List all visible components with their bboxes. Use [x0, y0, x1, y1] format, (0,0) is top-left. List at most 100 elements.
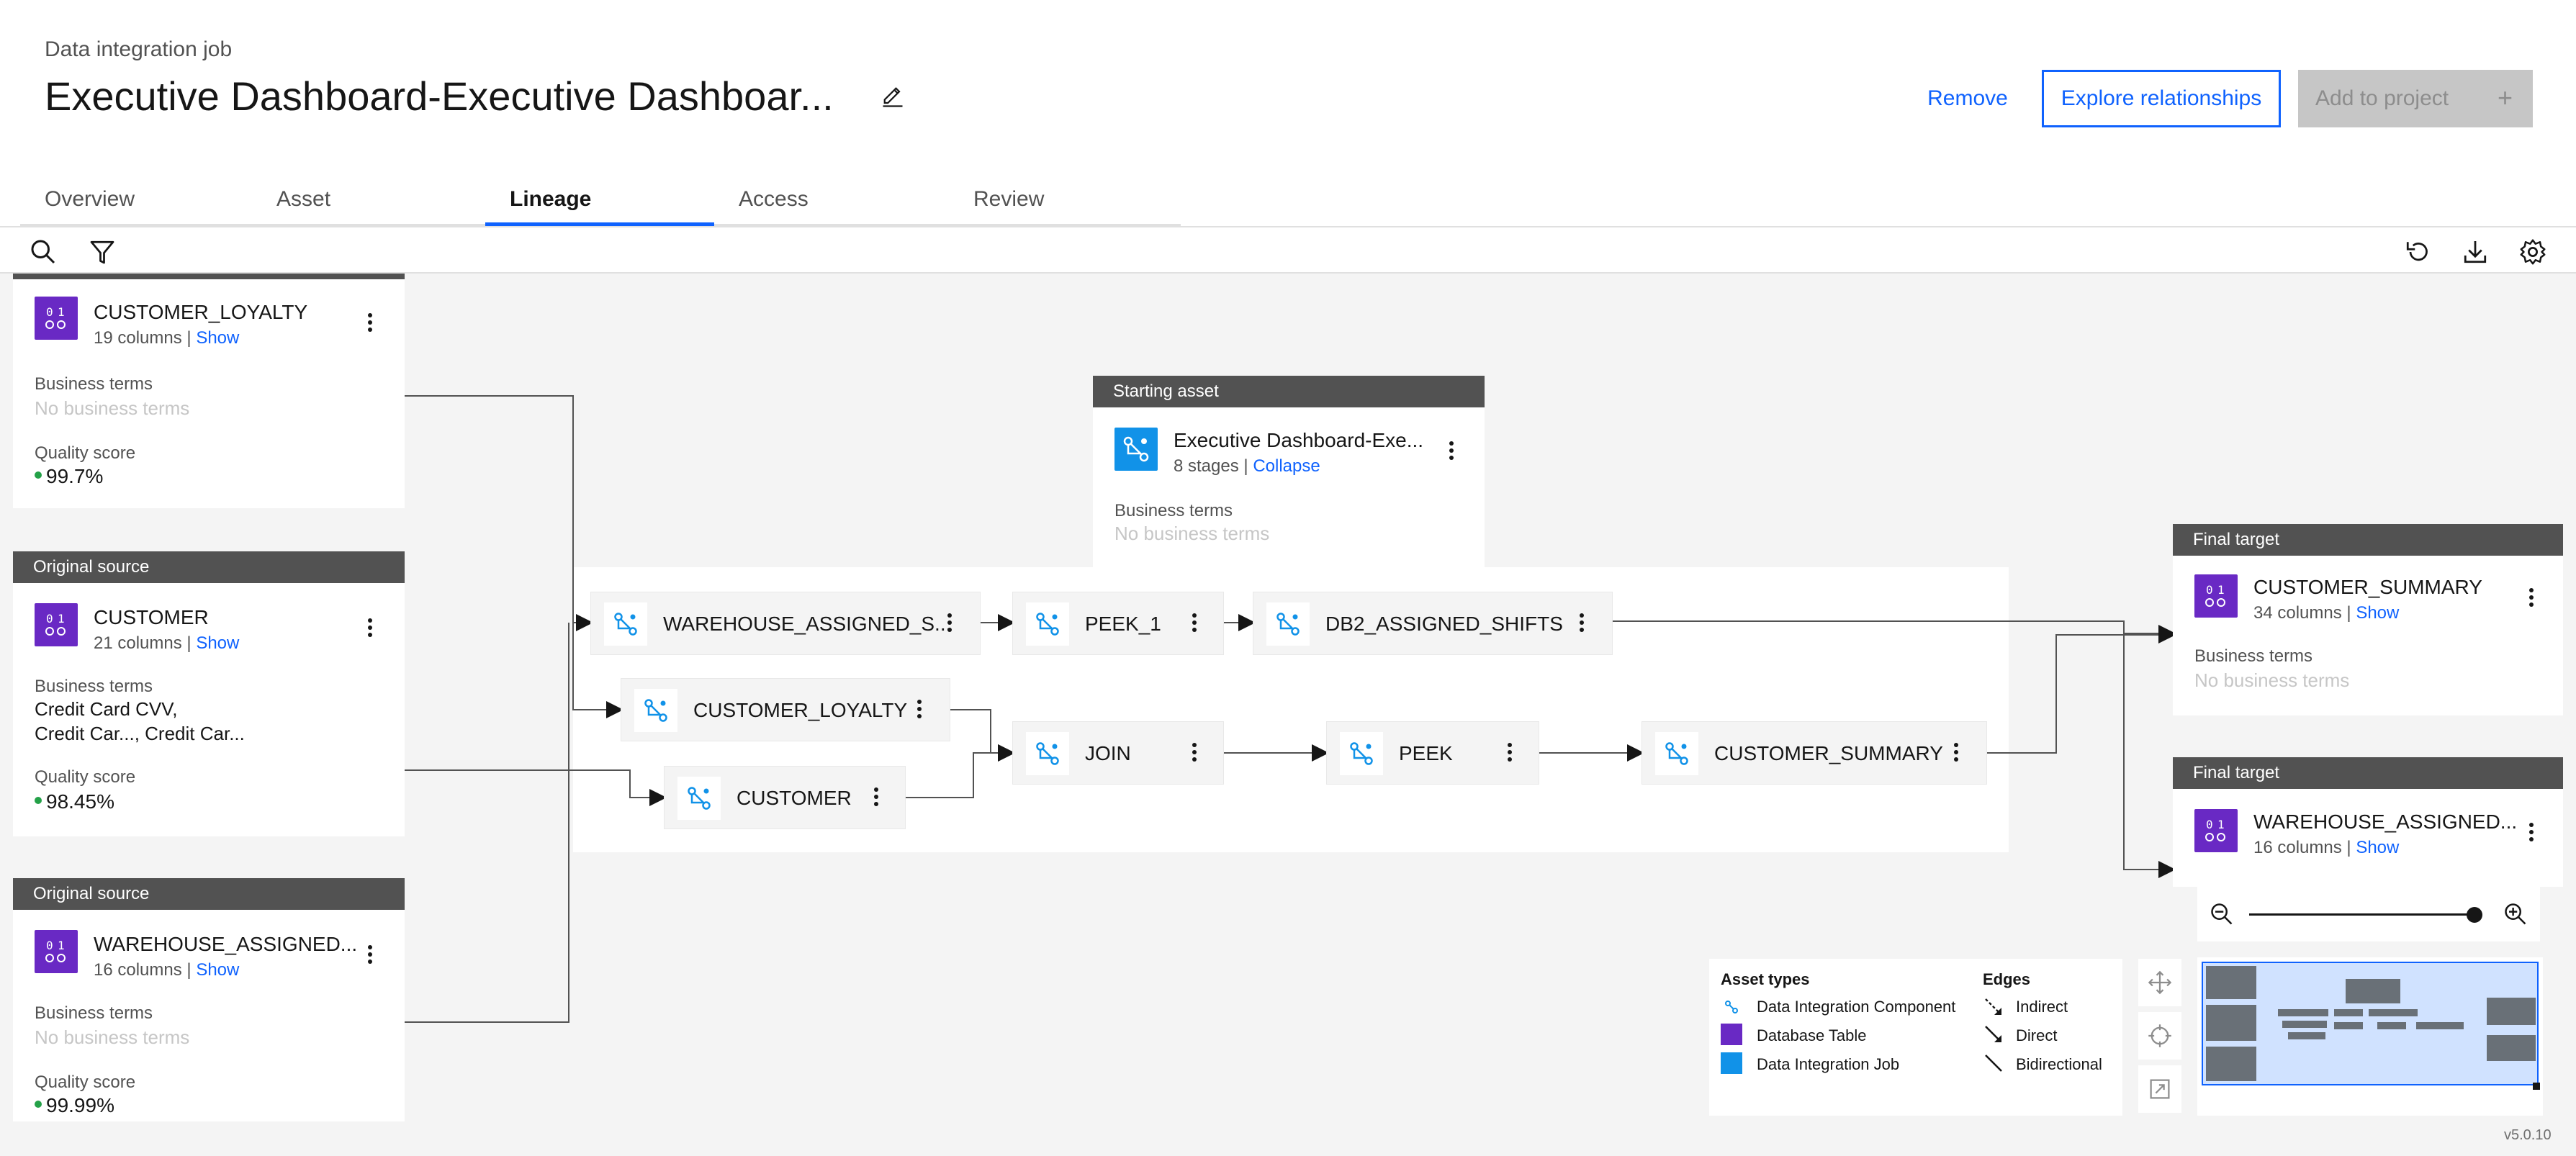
- business-terms-label: Business terms: [1114, 501, 1233, 520]
- node-label: JOIN: [1085, 742, 1131, 764]
- quality-score-label: Quality score: [35, 1073, 136, 1092]
- starting-asset-card[interactable]: Starting asset Executive Dashboard-Exe..…: [1093, 376, 1485, 567]
- tab-lineage[interactable]: Lineage: [485, 179, 714, 226]
- legend-item-table: Database Table: [1757, 1026, 1867, 1044]
- card-tag: Original source: [13, 878, 405, 910]
- card-columns-meta: 19 columns | Show: [94, 328, 240, 348]
- add-to-project-button[interactable]: Add to project +: [2298, 70, 2533, 127]
- minimap-node: [2278, 1009, 2328, 1016]
- tab-review[interactable]: Review: [949, 179, 1181, 226]
- tab-overview[interactable]: Overview: [20, 179, 252, 226]
- minimap-node: [2206, 1005, 2256, 1041]
- minimap-node: [2487, 1035, 2536, 1061]
- filter-icon[interactable]: [88, 238, 117, 266]
- stage-node-customer-summary[interactable]: CUSTOMER_SUMMARY: [1641, 721, 1987, 785]
- show-columns-link[interactable]: Show: [2356, 603, 2399, 623]
- overflow-menu-icon[interactable]: [366, 943, 374, 969]
- stage-node-warehouse-assigned[interactable]: WAREHOUSE_ASSIGNED_S...: [590, 592, 981, 655]
- minimap-node: [2369, 1009, 2418, 1016]
- overflow-menu-icon[interactable]: [2527, 821, 2536, 846]
- node-label: PEEK: [1399, 742, 1453, 764]
- stage-node-peek-1[interactable]: PEEK_1: [1012, 592, 1224, 655]
- quality-score-label: Quality score: [35, 767, 136, 787]
- overflow-menu-icon[interactable]: [1190, 611, 1199, 637]
- card-tag: Final target: [2173, 524, 2563, 556]
- overflow-menu-icon[interactable]: [945, 611, 954, 637]
- database-table-icon: 01: [2194, 809, 2238, 852]
- minimap[interactable]: [2197, 957, 2543, 1116]
- overflow-menu-icon[interactable]: [366, 311, 374, 337]
- move-icon: [2148, 970, 2172, 995]
- stage-node-peek[interactable]: PEEK: [1326, 721, 1539, 785]
- legend-item-job: Data Integration Job: [1757, 1055, 1900, 1073]
- business-terms-label: Business terms: [35, 374, 153, 394]
- overflow-menu-icon[interactable]: [1447, 439, 1456, 465]
- source-card-customer-loyalty[interactable]: 01 CUSTOMER_LOYALTY 19 columns | Show Bu…: [13, 274, 405, 508]
- edit-icon[interactable]: [880, 83, 906, 109]
- center-button[interactable]: [2138, 1012, 2181, 1060]
- overflow-menu-icon[interactable]: [1952, 741, 1960, 767]
- fit-to-screen-button[interactable]: [2138, 1065, 2181, 1113]
- minimap-node: [2377, 1022, 2406, 1029]
- quality-status-dot: [35, 471, 42, 479]
- pan-button[interactable]: [2138, 959, 2181, 1006]
- zoom-in-icon[interactable]: [2503, 901, 2528, 927]
- target-card-customer-summary[interactable]: Final target 01 CUSTOMER_SUMMARY 34 colu…: [2173, 524, 2563, 715]
- lineage-canvas[interactable]: 01 CUSTOMER_LOYALTY 19 columns | Show Bu…: [0, 274, 2576, 1156]
- download-icon[interactable]: [2461, 238, 2490, 266]
- search-icon[interactable]: [29, 238, 58, 266]
- minimap-node: [2206, 966, 2256, 999]
- explore-relationships-button[interactable]: Explore relationships: [2042, 70, 2281, 127]
- tab-access[interactable]: Access: [714, 179, 947, 226]
- quality-score-number: 99.7%: [46, 465, 104, 487]
- node-label: CUSTOMER: [737, 787, 852, 809]
- overflow-menu-icon[interactable]: [1505, 741, 1514, 767]
- minimap-resize-handle[interactable]: [2533, 1083, 2540, 1090]
- show-columns-link[interactable]: Show: [196, 960, 239, 980]
- zoom-out-icon[interactable]: [2209, 901, 2235, 927]
- zoom-slider-track[interactable]: [2249, 913, 2481, 916]
- stage-node-join[interactable]: JOIN: [1012, 721, 1224, 785]
- stage-node-customer-loyalty[interactable]: CUSTOMER_LOYALTY: [621, 678, 950, 741]
- svg-text:1: 1: [58, 612, 65, 626]
- columns-count: 16 columns: [2253, 838, 2342, 857]
- target-card-warehouse-assigned[interactable]: Final target 01 WAREHOUSE_ASSIGNED... 16…: [2173, 757, 2563, 887]
- data-integration-component-icon: [604, 602, 647, 646]
- minimap-node: [2334, 1022, 2363, 1029]
- quality-score-value: 98.45%: [35, 790, 114, 813]
- business-terms-value: No business terms: [35, 1026, 190, 1048]
- source-card-warehouse-assigned[interactable]: Original source 01 WAREHOUSE_ASSIGNED...…: [13, 878, 405, 1121]
- data-integration-component-icon: [634, 689, 677, 732]
- gear-icon[interactable]: [2518, 238, 2547, 266]
- show-columns-link[interactable]: Show: [196, 633, 239, 653]
- business-terms-label: Business terms: [2194, 646, 2313, 666]
- lineage-toolbar: [0, 226, 2576, 274]
- crosshair-icon: [2148, 1024, 2171, 1047]
- overflow-menu-icon[interactable]: [2527, 586, 2536, 612]
- zoom-slider-thumb[interactable]: [2467, 907, 2482, 923]
- overflow-menu-icon[interactable]: [366, 616, 374, 642]
- overflow-menu-icon[interactable]: [872, 785, 881, 811]
- legend-edges-title: Edges: [1983, 970, 2031, 988]
- data-integration-component-icon: [677, 777, 721, 820]
- remove-button[interactable]: Remove: [1914, 70, 2022, 127]
- legend-panel: Asset types Data Integration Component D…: [1709, 959, 2122, 1116]
- plus-icon: +: [2497, 83, 2513, 112]
- card-tag: Final target: [2173, 757, 2563, 789]
- overflow-menu-icon[interactable]: [915, 697, 924, 723]
- tab-asset[interactable]: Asset: [252, 179, 484, 226]
- source-card-customer[interactable]: Original source 01 CUSTOMER 21 columns |…: [13, 551, 405, 836]
- stage-node-db2-assigned-shifts[interactable]: DB2_ASSIGNED_SHIFTS: [1253, 592, 1613, 655]
- data-integration-component-icon: [1655, 732, 1698, 775]
- reset-icon[interactable]: [2403, 238, 2432, 266]
- collapse-link[interactable]: Collapse: [1253, 456, 1320, 476]
- show-columns-link[interactable]: Show: [2356, 838, 2399, 857]
- overflow-menu-icon[interactable]: [1577, 611, 1586, 637]
- legend-asset-types-title: Asset types: [1721, 970, 1810, 988]
- legend-item-component: Data Integration Component: [1757, 998, 1956, 1016]
- overflow-menu-icon[interactable]: [1190, 741, 1199, 767]
- show-columns-link[interactable]: Show: [196, 328, 239, 348]
- page-title: Executive Dashboard-Executive Dashboar..…: [45, 73, 834, 119]
- svg-text:1: 1: [2217, 818, 2225, 831]
- stage-node-customer[interactable]: CUSTOMER: [664, 766, 906, 829]
